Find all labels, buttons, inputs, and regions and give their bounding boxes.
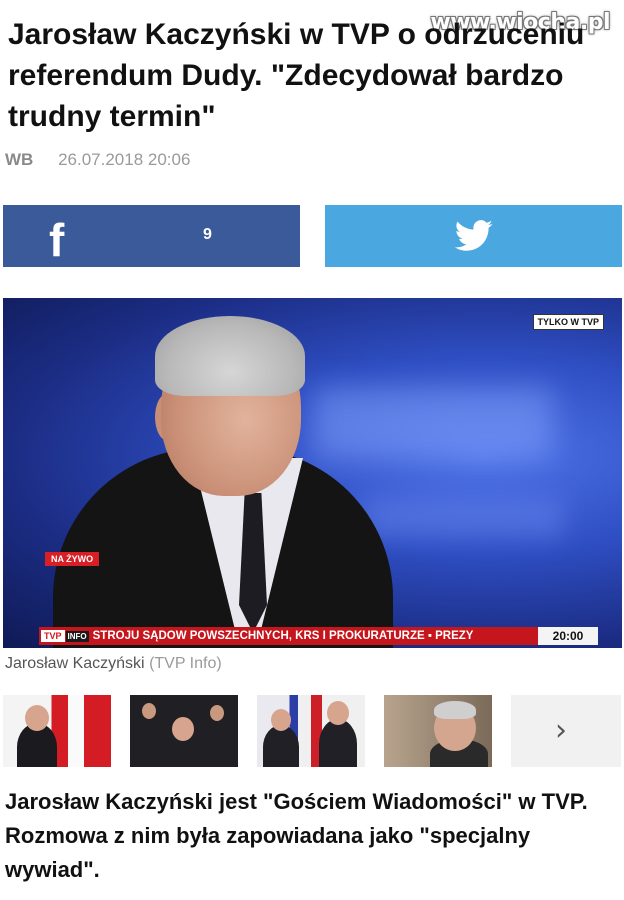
- tvp-info-logo: INFO: [65, 630, 89, 642]
- caption-name: Jarosław Kaczyński: [5, 655, 145, 672]
- thumbnail-hair: [434, 701, 476, 719]
- thumbnail-face: [142, 703, 156, 719]
- gallery-thumbnail[interactable]: [3, 695, 111, 767]
- news-ticker: TVP INFO STROJU SĄDÓW POWSZECHNYCH, KRS …: [39, 627, 598, 645]
- article-photo: TYLKO W TVP NA ŻYWO TVP INFO STROJU SĄDÓ…: [3, 298, 622, 648]
- tvp-logo: TVP: [41, 630, 65, 642]
- gallery-thumbnail[interactable]: [384, 695, 492, 767]
- thumbnail-person: [319, 719, 357, 767]
- thumbnail-face: [210, 705, 224, 721]
- broadcast-clock: 20:00: [538, 627, 598, 645]
- photo-caption: Jarosław Kaczyński (TVP Info): [5, 655, 222, 673]
- gallery-strip: ›: [3, 695, 622, 769]
- thumbnail-face: [271, 709, 291, 731]
- thumbnail-face: [172, 717, 194, 741]
- gallery-thumbnail[interactable]: [130, 695, 238, 767]
- twitter-share-button[interactable]: [325, 205, 622, 267]
- article-author: WB: [5, 150, 34, 169]
- thumbnail-face: [327, 701, 349, 725]
- background-light: [313, 388, 553, 458]
- thumbnail-person: [263, 725, 299, 767]
- exclusive-badge: TYLKO W TVP: [532, 314, 604, 330]
- article-lead: Jarosław Kaczyński jest "Gościem Wiadomo…: [5, 789, 588, 882]
- thumbnail-face: [25, 705, 49, 731]
- live-badge: NA ŻYWO: [45, 552, 100, 566]
- ticker-text: STROJU SĄDÓW POWSZECHNYCH, KRS I PROKURA…: [92, 630, 474, 642]
- twitter-icon: [454, 220, 493, 251]
- article-date: 26.07.2018 20:06: [58, 150, 191, 169]
- hair: [155, 316, 305, 396]
- caption-source: (TVP Info): [149, 655, 222, 672]
- article-headline: Jarosław Kaczyński w TVP o odrzuceniu re…: [8, 18, 585, 133]
- facebook-share-count: 9: [203, 226, 212, 243]
- gallery-next-button[interactable]: ›: [511, 695, 621, 767]
- article-meta: WB 26.07.2018 20:06: [5, 150, 190, 170]
- chevron-right-icon: ›: [555, 713, 567, 748]
- facebook-share-button[interactable]: f 9: [3, 205, 300, 267]
- background-light: [363, 498, 563, 538]
- gallery-thumbnail[interactable]: [257, 695, 365, 767]
- facebook-icon: f: [49, 214, 65, 266]
